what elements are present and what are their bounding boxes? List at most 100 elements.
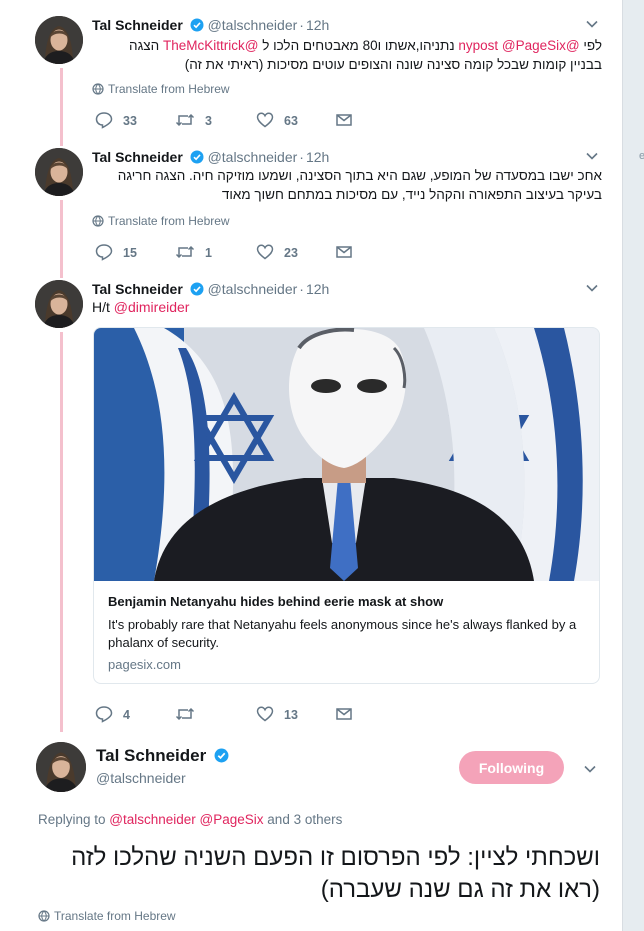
message-button[interactable] xyxy=(335,111,363,130)
translate-label: Translate from Hebrew xyxy=(108,214,230,228)
replying-to: Replying to @talschneider @PageSix and 3… xyxy=(38,812,342,827)
retweet-count: 3 xyxy=(205,114,212,128)
mention-link[interactable]: @nypost @PageSix xyxy=(458,38,579,53)
right-column-edge: e xyxy=(622,0,644,931)
globe-icon xyxy=(38,910,50,922)
heart-icon xyxy=(256,244,274,260)
author-name[interactable]: Tal Schneider xyxy=(92,17,183,33)
like-count: 13 xyxy=(284,708,298,722)
tweet-actions: 33 3 63 xyxy=(92,111,362,131)
tweet-time[interactable]: 12h xyxy=(306,149,329,165)
envelope-icon xyxy=(336,708,352,720)
text-segment: הצגה xyxy=(129,38,163,53)
like-button[interactable]: 63 xyxy=(256,111,298,130)
separator-dot: · xyxy=(299,17,304,33)
retweet-button[interactable] xyxy=(175,705,205,724)
text-segment: בבניין קומות שבכל קומה סצינה שונה והצופי… xyxy=(184,57,602,72)
text-segment: בעיקר בעיצוב התפאורה והקהל נייד, עם מסיכ… xyxy=(221,187,602,202)
retweet-button[interactable]: 3 xyxy=(175,111,212,130)
chevron-down-icon[interactable] xyxy=(584,148,600,164)
main-tweet-text: ושכחתי לציין: לפי הפרסום זו הפעם השניה ש… xyxy=(71,844,600,903)
chevron-down-icon[interactable] xyxy=(584,280,600,296)
card-image[interactable] xyxy=(94,328,600,581)
retweet-button[interactable]: 1 xyxy=(175,243,212,262)
retweet-icon xyxy=(175,707,195,721)
replying-prefix: Replying to xyxy=(38,812,110,827)
mention-link[interactable]: @dimireider xyxy=(114,299,190,315)
reply-icon xyxy=(95,244,113,261)
tweet-time[interactable]: 12h xyxy=(306,17,329,33)
tweet-header: Tal Schneider @talschneider · 12h xyxy=(92,16,329,34)
tweet-time[interactable]: 12h xyxy=(306,281,329,297)
reply-button[interactable]: 15 xyxy=(95,243,137,262)
envelope-icon xyxy=(336,246,352,258)
heart-icon xyxy=(256,112,274,128)
text-segment: לפי xyxy=(579,38,602,53)
reply-button[interactable]: 4 xyxy=(95,705,130,724)
author-name[interactable]: Tal Schneider xyxy=(92,149,183,165)
avatar[interactable] xyxy=(35,148,83,196)
tweet-actions: 4 13 xyxy=(92,705,362,725)
verified-badge-icon xyxy=(190,150,204,164)
tweet-actions: 15 1 23 xyxy=(92,243,362,263)
replying-suffix[interactable]: and 3 others xyxy=(264,812,342,827)
retweet-count: 1 xyxy=(205,246,212,260)
author-handle[interactable]: @talschneider xyxy=(208,17,298,33)
translate-label: Translate from Hebrew xyxy=(54,909,176,923)
following-button[interactable]: Following xyxy=(459,751,564,784)
globe-icon xyxy=(92,83,104,95)
side-marker: e xyxy=(639,150,644,162)
separator-dot: · xyxy=(299,149,304,165)
like-button[interactable]: 23 xyxy=(256,243,298,262)
text-segment: אחכ ישבו במסעדה של המופע, שגם היא בתוך ה… xyxy=(117,168,602,183)
avatar[interactable] xyxy=(36,742,86,792)
reply-button[interactable]: 33 xyxy=(95,111,137,130)
tweet-text: לפי @nypost @PageSix נתניהו,אשתו ו80 מאב… xyxy=(92,36,602,74)
card-title[interactable]: Benjamin Netanyahu hides behind eerie ma… xyxy=(108,594,443,609)
author-handle[interactable]: @talschneider xyxy=(208,149,298,165)
tweet[interactable]: Tal Schneider @talschneider · 12h אחכ ישבו… xyxy=(0,148,622,268)
main-author-handle[interactable]: @talschneider xyxy=(96,770,186,786)
tweet-header: Tal Schneider @talschneider · 12h xyxy=(92,280,329,298)
like-count: 23 xyxy=(284,246,298,260)
tweet-header: Tal Schneider @talschneider · 12h xyxy=(92,148,329,166)
verified-badge-icon xyxy=(214,748,229,763)
author-name[interactable]: Tal Schneider xyxy=(96,746,206,765)
tweet-text: אחכ ישבו במסעדה של המופע, שגם היא בתוך ה… xyxy=(92,166,602,204)
replying-mentions[interactable]: @talschneider @PageSix xyxy=(109,812,263,827)
tweet[interactable]: Tal Schneider @talschneider · 12h לפי @nyp… xyxy=(0,16,622,136)
reply-count: 33 xyxy=(123,114,137,128)
mention-link[interactable]: @TheMcKittrick xyxy=(163,38,258,53)
tweet-text-line: אחכ ישבו במסעדה של המופע, שגם היא בתוך ה… xyxy=(92,166,602,185)
main-author-name[interactable]: Tal Schneider xyxy=(96,746,229,766)
verified-badge-icon xyxy=(190,18,204,32)
reply-icon xyxy=(95,112,113,129)
reply-count: 4 xyxy=(123,708,130,722)
translate-link[interactable]: Translate from Hebrew xyxy=(92,82,230,96)
translate-link[interactable]: Translate from Hebrew xyxy=(92,214,230,228)
link-card[interactable]: Benjamin Netanyahu hides behind eerie ma… xyxy=(93,327,600,684)
like-button[interactable]: 13 xyxy=(256,705,298,724)
chevron-down-icon[interactable] xyxy=(582,761,598,777)
verified-badge-icon xyxy=(190,282,204,296)
author-handle[interactable]: @talschneider xyxy=(208,281,298,297)
tweet-text-line: לפי @nypost @PageSix נתניהו,אשתו ו80 מאב… xyxy=(92,36,602,55)
avatar[interactable] xyxy=(35,16,83,64)
avatar[interactable] xyxy=(35,280,83,328)
chevron-down-icon[interactable] xyxy=(584,16,600,32)
message-button[interactable] xyxy=(335,705,363,724)
tweet-text-line: בעיקר בעיצוב התפאורה והקהל נייד, עם מסיכ… xyxy=(92,185,602,204)
card-domain: pagesix.com xyxy=(108,657,181,672)
author-name[interactable]: Tal Schneider xyxy=(92,281,183,297)
separator-dot: · xyxy=(299,281,304,297)
translate-link[interactable]: Translate from Hebrew xyxy=(38,909,176,923)
reply-icon xyxy=(95,706,113,723)
translate-label: Translate from Hebrew xyxy=(108,82,230,96)
card-description: It's probably rare that Netanyahu feels … xyxy=(108,617,577,650)
reply-count: 15 xyxy=(123,246,137,260)
tweet-text: H/t @dimireider xyxy=(92,299,189,315)
ht-prefix: H/t xyxy=(92,299,114,315)
message-button[interactable] xyxy=(335,243,363,262)
heart-icon xyxy=(256,706,274,722)
text-segment: נתניהו,אשתו ו80 מאבטחים הלכו ל xyxy=(258,38,459,53)
